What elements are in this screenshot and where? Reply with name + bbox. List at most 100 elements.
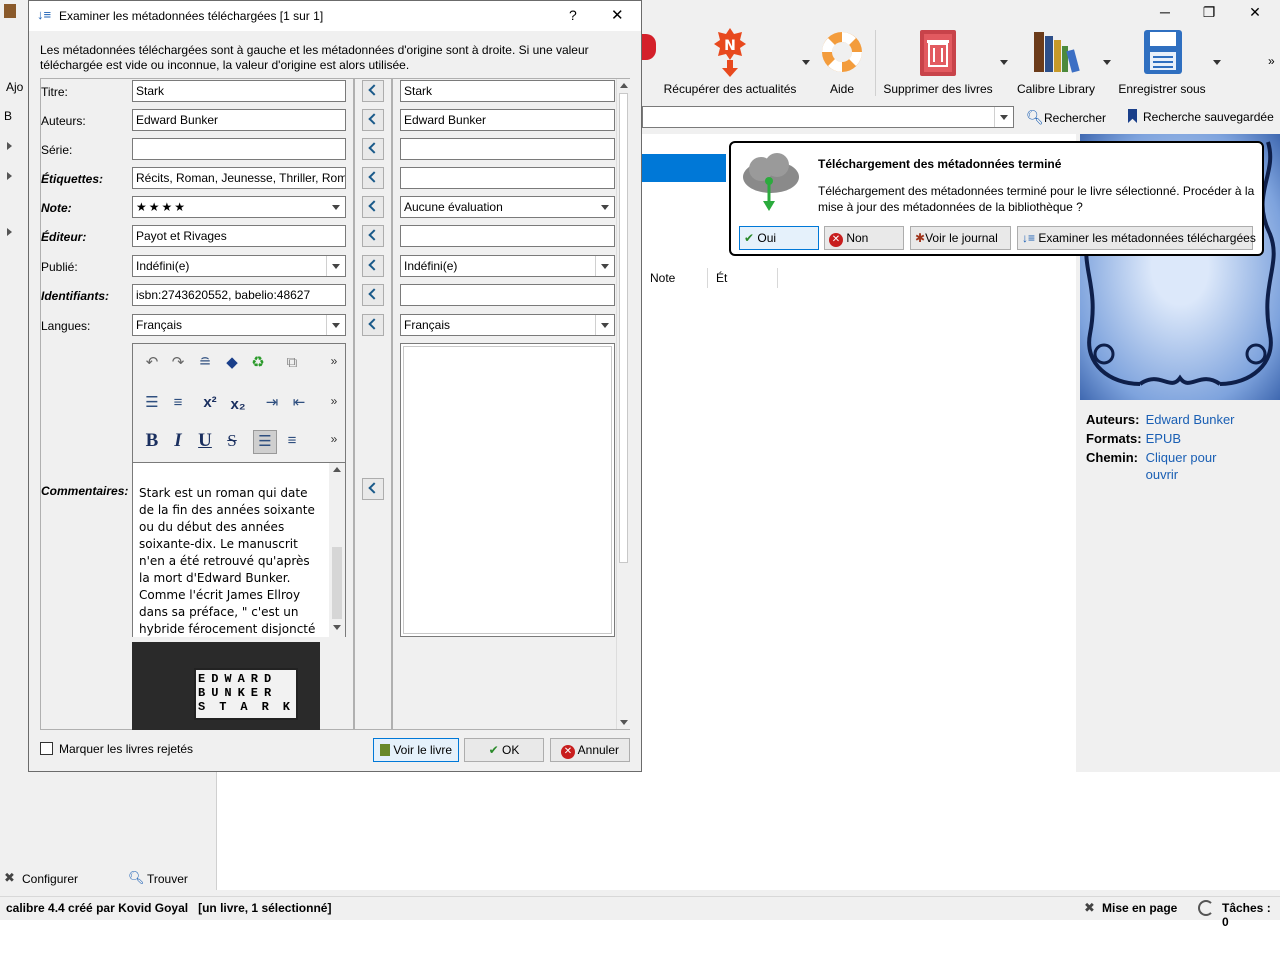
original-title-field[interactable]: Stark — [400, 80, 615, 102]
ok-button[interactable]: ✔ OK — [464, 738, 544, 762]
scroll-up-icon[interactable] — [333, 467, 341, 472]
remove-books-button[interactable]: Supprimer des livres — [880, 24, 1008, 104]
original-identifiers-field[interactable] — [400, 284, 615, 306]
copy-authors-button[interactable] — [362, 109, 384, 131]
configure-button[interactable]: ✖ Configurer — [4, 870, 104, 888]
italic-icon[interactable]: I — [167, 430, 189, 452]
search-button[interactable]: 🔍︎ Rechercher — [1026, 109, 1116, 127]
ordered-list-icon[interactable]: ☰ — [141, 392, 163, 414]
recycle-icon[interactable]: ♻ — [247, 352, 269, 374]
scroll-down-icon[interactable] — [333, 625, 341, 630]
more-tools-icon[interactable]: » — [323, 428, 345, 450]
expand-arrow-icon[interactable] — [7, 172, 12, 180]
copy-identifiers-button[interactable] — [362, 284, 384, 306]
copy-tags-button[interactable] — [362, 167, 384, 189]
copy-title-button[interactable] — [362, 80, 384, 102]
view-book-button[interactable]: Voir le livre — [373, 738, 459, 762]
path-link[interactable]: Cliquer pour — [1146, 450, 1217, 465]
copy-comments-button[interactable] — [362, 478, 384, 500]
layout-button[interactable]: Mise en page — [1102, 901, 1177, 915]
strikethrough-icon[interactable]: S — [221, 430, 243, 452]
fetch-news-button[interactable]: N Récupérer des actualités — [660, 24, 810, 104]
help-icon[interactable]: ? — [569, 7, 577, 23]
chevron-down-icon[interactable] — [327, 197, 345, 217]
chevron-down-icon[interactable] — [595, 315, 614, 335]
superscript-icon[interactable]: x² — [199, 392, 221, 414]
downloaded-identifiers-field[interactable]: isbn:2743620552, babelio:48627 — [132, 284, 346, 306]
scroll-up-icon[interactable] — [620, 83, 628, 88]
fetch-news-dropdown-icon[interactable] — [802, 60, 810, 65]
find-button[interactable]: 🔍︎ Trouver — [128, 870, 208, 888]
align-left-icon[interactable]: ☰ — [253, 430, 277, 454]
more-tools-icon[interactable]: » — [323, 350, 345, 372]
copy-publisher-button[interactable] — [362, 225, 384, 247]
heart-icon-fragment[interactable] — [642, 24, 656, 104]
original-tags-field[interactable] — [400, 167, 615, 189]
align-center-icon[interactable]: ≡ — [281, 430, 303, 452]
saved-search-button[interactable]: Recherche sauvegardée — [1126, 109, 1276, 127]
toolbar-overflow-icon[interactable]: » — [1268, 54, 1275, 68]
expand-arrow-icon[interactable] — [7, 228, 12, 236]
dialog-scrollbar[interactable] — [616, 79, 630, 729]
save-to-disk-button[interactable]: Enregistrer sous — [1116, 24, 1221, 104]
downloaded-tags-field[interactable]: Récits, Roman, Jeunesse, Thriller, Roman — [132, 167, 346, 189]
add-books-label-fragment[interactable]: Ajo — [6, 80, 23, 94]
search-history-dropdown-icon[interactable] — [994, 107, 1013, 127]
copy-published-button[interactable] — [362, 255, 384, 277]
downloaded-published-field[interactable]: Indéfini(e) — [132, 255, 346, 277]
more-tools-icon[interactable]: » — [323, 390, 345, 412]
close-window-button[interactable]: ✕ — [1232, 2, 1278, 22]
original-languages-field[interactable]: Français — [400, 314, 615, 336]
original-rating-select[interactable]: Aucune évaluation — [400, 196, 615, 218]
remove-books-dropdown-icon[interactable] — [1000, 60, 1008, 65]
scroll-down-icon[interactable] — [620, 720, 628, 725]
original-series-field[interactable] — [400, 138, 615, 160]
copy-series-button[interactable] — [362, 138, 384, 160]
original-published-field[interactable]: Indéfini(e) — [400, 255, 615, 277]
downloaded-cover[interactable]: EDWARD BUNKER STARK — [132, 642, 320, 730]
comments-scrollbar[interactable] — [329, 463, 345, 637]
path-link-continued[interactable]: ouvrir — [1146, 467, 1179, 482]
calendar-dropdown-icon[interactable] — [595, 256, 614, 276]
format-link[interactable]: EPUB — [1146, 431, 1181, 446]
scroll-thumb[interactable] — [332, 547, 342, 619]
bold-icon[interactable]: B — [141, 430, 163, 452]
unordered-list-icon[interactable]: ≡ — [167, 392, 189, 414]
author-link[interactable]: Edward Bunker — [1146, 412, 1235, 427]
copy-rating-button[interactable] — [362, 196, 384, 218]
column-header-status[interactable]: Ét — [708, 268, 778, 288]
original-comments-field[interactable] — [400, 343, 615, 637]
no-button[interactable]: ✕ Non — [824, 226, 904, 250]
redo-icon[interactable]: ↷ — [167, 352, 189, 374]
downloaded-title-field[interactable]: Stark — [132, 80, 346, 102]
scroll-thumb[interactable] — [619, 93, 628, 563]
mark-rejected-label[interactable]: Marquer les livres rejetés — [59, 742, 193, 756]
column-header-rating[interactable]: Note — [642, 268, 708, 288]
library-dropdown-icon[interactable] — [1103, 60, 1111, 65]
yes-button[interactable]: ✔ Oui — [739, 226, 819, 250]
help-button[interactable]: Aide — [812, 24, 872, 104]
review-metadata-button[interactable]: ↓≡ Examiner les métadonnées téléchargées — [1017, 226, 1256, 250]
selected-book-row[interactable] — [642, 154, 726, 182]
minimize-button[interactable]: ─ — [1142, 2, 1188, 22]
chevron-down-icon[interactable] — [596, 197, 614, 217]
mark-rejected-checkbox[interactable] — [40, 742, 53, 755]
dialog-close-button[interactable]: ✕ — [611, 6, 624, 24]
view-log-button[interactable]: ✱Voir le journal — [910, 226, 1011, 250]
outdent-icon[interactable]: ⇤ — [288, 392, 310, 414]
copy-languages-button[interactable] — [362, 314, 384, 336]
comments-text-area[interactable]: Stark est un roman qui date de la fin de… — [133, 462, 345, 637]
copy-icon[interactable]: ⧉ — [281, 352, 303, 374]
jobs-button[interactable]: Tâches : 0 — [1222, 901, 1280, 929]
eraser-icon[interactable]: ◆ — [221, 352, 243, 374]
downloaded-languages-field[interactable]: Français — [132, 314, 346, 336]
undo-icon[interactable]: ↶ — [141, 352, 163, 374]
calendar-dropdown-icon[interactable] — [326, 256, 345, 276]
expand-arrow-icon[interactable] — [7, 142, 12, 150]
chevron-down-icon[interactable] — [326, 315, 345, 335]
calibre-library-button[interactable]: Calibre Library — [1010, 24, 1111, 104]
downloaded-rating-select[interactable]: ★★★★ — [132, 196, 346, 218]
remove-format-icon[interactable]: ≘ — [194, 352, 216, 374]
subscript-icon[interactable]: x₂ — [227, 394, 249, 416]
underline-icon[interactable]: U — [194, 430, 216, 452]
